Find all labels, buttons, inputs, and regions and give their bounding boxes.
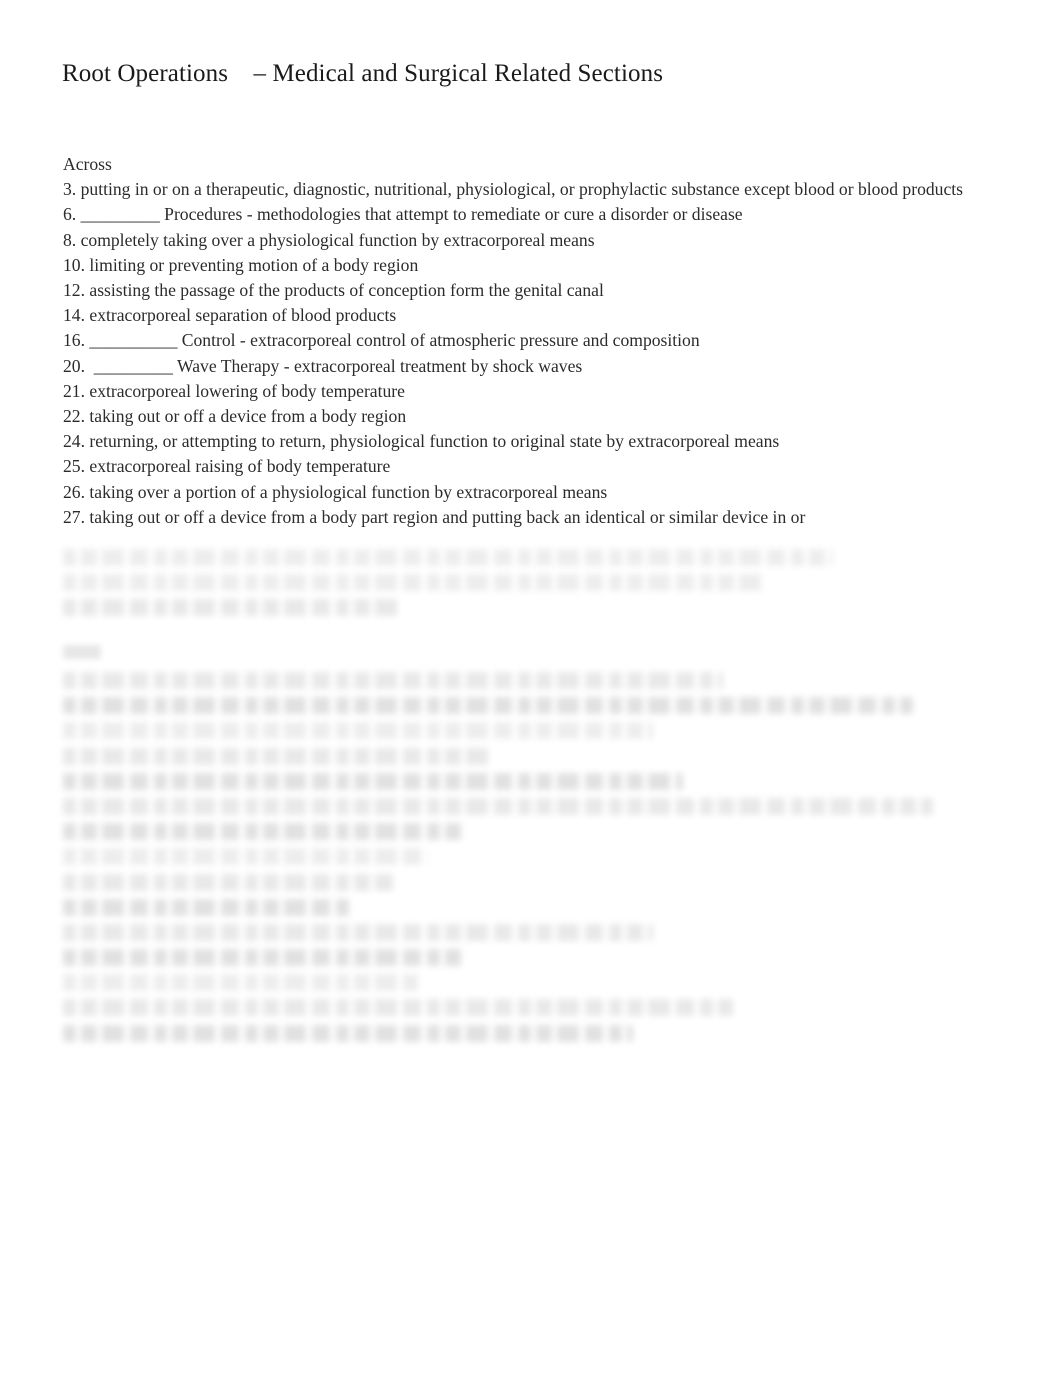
across-clue-14: 14. extracorporeal separation of blood p…: [63, 305, 397, 326]
illegible-down-label: [63, 645, 101, 659]
illegible-text-line: [63, 722, 653, 740]
illegible-text-line: [63, 599, 403, 617]
document-page: Root Operations – Medical and Surgical R…: [0, 0, 1062, 1376]
illegible-down-heading: [63, 645, 1023, 669]
across-clue-26: 26. taking over a portion of a physiolog…: [63, 481, 608, 502]
across-clue-22: 22. taking out or off a device from a bo…: [63, 406, 407, 427]
illegible-text-line: [63, 574, 763, 592]
across-section-label: Across: [63, 154, 112, 174]
illegible-text-line: [63, 549, 833, 566]
across-clue-block: Across 3. putting in or on a therapeutic…: [63, 152, 1008, 530]
illegible-text-line: [63, 672, 723, 689]
illegible-text-line: [63, 823, 463, 841]
across-clue-20: 20. _________ Wave Therapy - extracorpor…: [63, 355, 583, 376]
illegible-text-line: [63, 898, 353, 916]
illegible-text-line: [63, 923, 653, 941]
illegible-text-line: [63, 772, 683, 790]
illegible-text-line: [63, 949, 463, 967]
illegible-down-clues: [63, 672, 1023, 1050]
across-clue-25: 25. extracorporeal raising of body tempe…: [63, 456, 391, 477]
across-clue-16: 16. __________ Control - extracorporeal …: [63, 330, 700, 351]
illegible-text-line: [63, 974, 418, 992]
across-clue-10: 10. limiting or preventing motion of a b…: [63, 254, 419, 275]
illegible-across-tail: [63, 549, 1023, 625]
illegible-text-line: [63, 873, 393, 891]
across-clue-3: 3. putting in or on a therapeutic, diagn…: [63, 179, 964, 200]
illegible-text-line: [63, 999, 733, 1017]
illegible-text-line: [63, 1024, 633, 1042]
across-clue-6: 6. _________ Procedures - methodologies …: [63, 204, 743, 225]
across-clue-24: 24. returning, or attempting to return, …: [63, 431, 780, 452]
illegible-text-line: [63, 797, 933, 815]
illegible-text-line: [63, 848, 428, 866]
across-clue-8: 8. completely taking over a physiologica…: [63, 229, 595, 250]
illegible-text-line: [63, 747, 493, 765]
illegible-text-line: [63, 697, 913, 715]
page-title: Root Operations – Medical and Surgical R…: [62, 60, 664, 87]
across-clue-12: 12. assisting the passage of the product…: [63, 280, 604, 301]
across-clue-27: 27. taking out or off a device from a bo…: [63, 506, 806, 527]
across-clue-21: 21. extracorporeal lowering of body temp…: [63, 380, 405, 401]
